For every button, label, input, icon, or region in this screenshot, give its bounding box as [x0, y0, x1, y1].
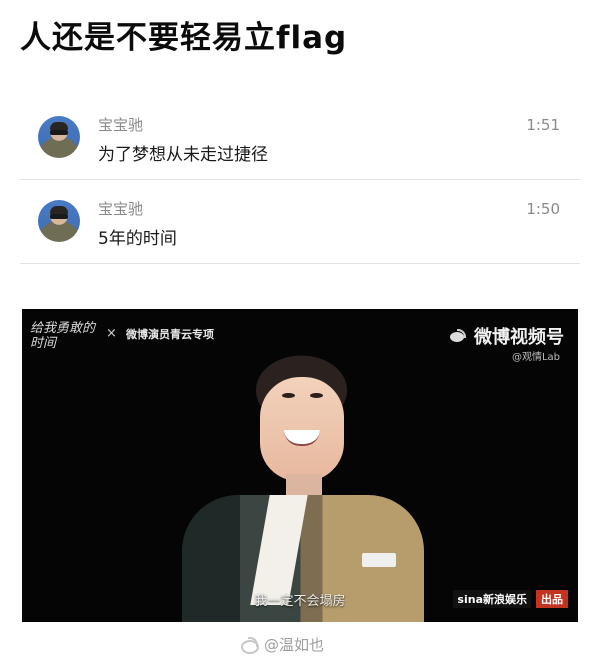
production-badge: 出品 [536, 590, 568, 608]
sunglasses-icon [50, 214, 68, 219]
message-item[interactable]: 宝宝驰 5年的时间 1:50 [20, 180, 580, 264]
weibo-icon [448, 328, 468, 344]
message-item[interactable]: 宝宝驰 为了梦想从未走过捷径 1:51 [20, 96, 580, 180]
video-person [172, 341, 424, 622]
video-frame[interactable]: 给我勇敢的时间 × 微博演员青云专项 微博视频号 @观情Lab 我一定不会塌房 … [22, 309, 578, 622]
show-logo: 给我勇敢的时间 [30, 321, 96, 351]
watermark-text: @温如也 [264, 635, 325, 654]
sina-entertainment-logo: sina新浪娱乐 [453, 590, 531, 608]
weibo-video-label: 微博视频号 [474, 327, 564, 348]
producer-credit: sina新浪娱乐 出品 [453, 590, 568, 608]
avatar[interactable] [38, 116, 80, 158]
avatar[interactable] [38, 200, 80, 242]
person-right-eye [310, 393, 323, 398]
weibo-video-brand: 微博视频号 [448, 323, 564, 349]
sunglasses-icon [50, 130, 68, 135]
watermark: @温如也 [240, 633, 370, 655]
message-time: 1:50 [526, 200, 560, 218]
message-sender: 宝宝驰 [98, 200, 144, 218]
message-time: 1:51 [526, 116, 560, 134]
weibo-icon [240, 637, 259, 654]
weibo-video-handle: @观情Lab [511, 352, 560, 363]
person-left-eye [282, 393, 295, 398]
message-text: 为了梦想从未走过捷径 [98, 145, 268, 165]
message-sender: 宝宝驰 [98, 116, 144, 134]
message-list: 宝宝驰 为了梦想从未走过捷径 1:51 宝宝驰 5年的时间 1:50 [20, 96, 580, 264]
person-face [260, 377, 344, 481]
page-title: 人还是不要轻易立flag [20, 20, 348, 56]
collab-x: × [106, 326, 117, 341]
message-text: 5年的时间 [98, 229, 177, 249]
collab-title: 微博演员青云专项 [126, 328, 214, 341]
